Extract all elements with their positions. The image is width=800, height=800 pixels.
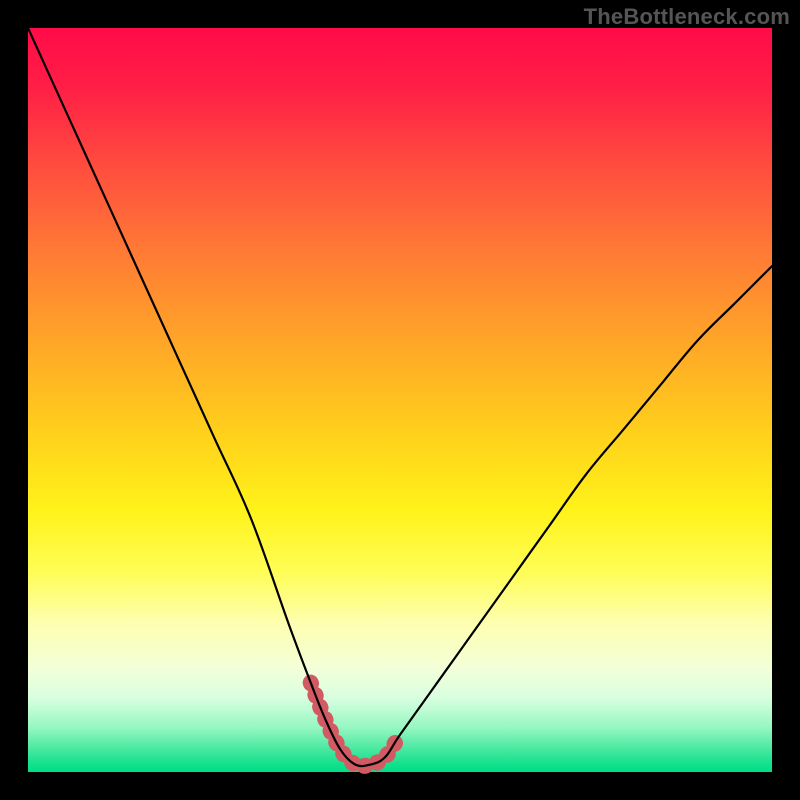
chart-svg [28,28,772,772]
plot-area [28,28,772,772]
attribution-label: TheBottleneck.com [584,4,790,30]
bottleneck-curve [28,28,772,766]
chart-frame: TheBottleneck.com [0,0,800,800]
trough-highlight [311,683,400,766]
